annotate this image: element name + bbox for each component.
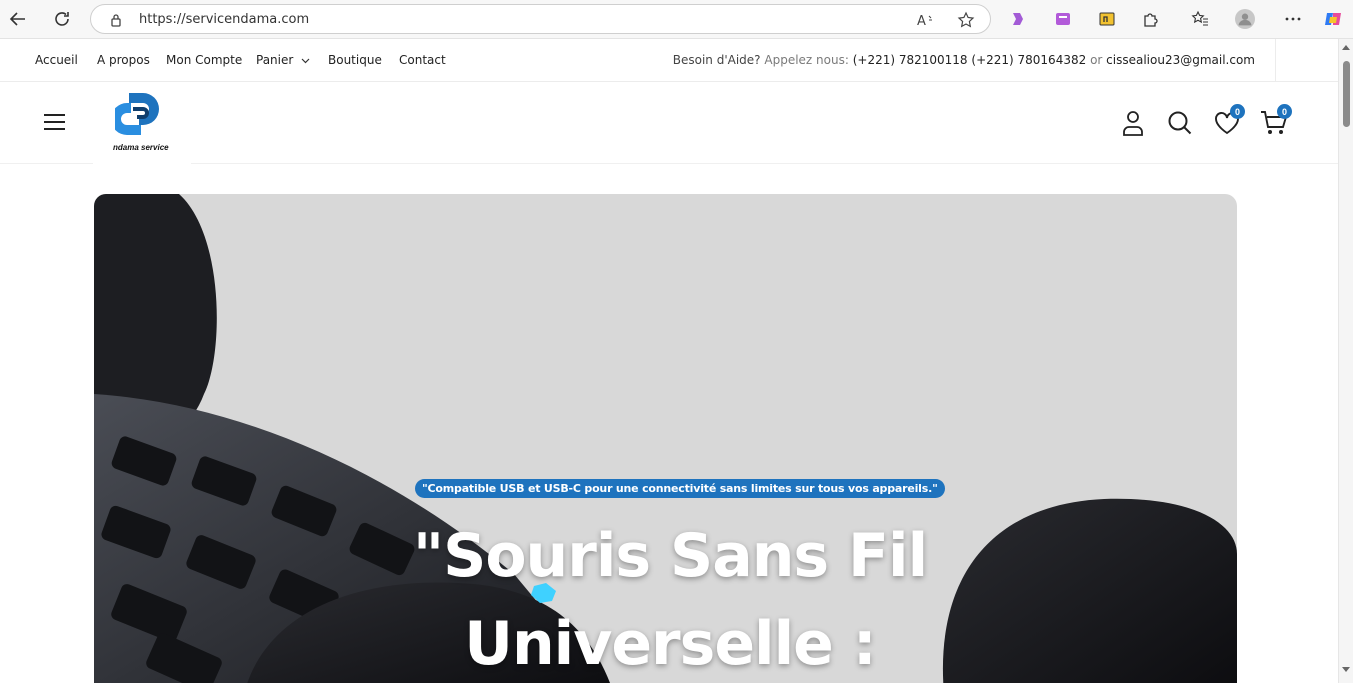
- read-aloud-icon[interactable]: A: [917, 11, 935, 29]
- lock-icon[interactable]: [107, 11, 125, 29]
- call-label: Appelez nous:: [764, 53, 849, 67]
- browser-toolbar: https://servicendama.com A: [0, 0, 1353, 39]
- vertical-scrollbar[interactable]: [1338, 39, 1353, 683]
- or-label: or: [1090, 53, 1103, 67]
- scroll-down-arrow-icon[interactable]: [1342, 667, 1350, 672]
- scroll-thumb[interactable]: [1343, 61, 1350, 127]
- scroll-up-arrow-icon[interactable]: [1342, 45, 1350, 50]
- back-button[interactable]: [6, 7, 30, 31]
- site-header: ndama service 0 0: [0, 82, 1338, 168]
- nav-link-a-propos[interactable]: A propos: [97, 53, 150, 67]
- extension-purple-icon[interactable]: [1053, 9, 1073, 29]
- copilot-icon[interactable]: [1323, 9, 1343, 29]
- more-menu-icon[interactable]: [1283, 9, 1303, 29]
- contact-info: Besoin d'Aide? Appelez nous: (+221) 7821…: [673, 53, 1255, 67]
- svg-text:A: A: [917, 14, 926, 27]
- profile-avatar-icon[interactable]: [1235, 9, 1255, 29]
- search-icon[interactable]: [1166, 109, 1194, 137]
- nav-link-accueil[interactable]: Accueil: [35, 53, 78, 67]
- back-arrow-icon: [9, 12, 25, 26]
- copilot-extension-icon[interactable]: [1008, 9, 1028, 29]
- favorites-list-icon[interactable]: [1190, 9, 1210, 29]
- email-link[interactable]: cissealiou23@gmail.com: [1106, 53, 1255, 67]
- logo-mark-icon: [115, 93, 159, 135]
- top-navigation-bar: Accueil A propos Mon Compte Panier Bouti…: [0, 39, 1338, 82]
- nav-link-mon-compte[interactable]: Mon Compte: [166, 53, 242, 67]
- hero-tagline: "Compatible USB et USB-C pour une connec…: [415, 479, 945, 498]
- hamburger-menu-icon[interactable]: [44, 114, 65, 130]
- favorite-star-icon[interactable]: [957, 11, 975, 29]
- refresh-icon: [55, 12, 69, 26]
- wishlist-heart-icon[interactable]: 0: [1213, 104, 1245, 137]
- url-text: https://servicendama.com: [139, 12, 310, 27]
- logo-text: ndama service: [113, 143, 169, 152]
- site-logo[interactable]: ndama service: [93, 86, 191, 168]
- nav-link-panier[interactable]: Panier: [256, 53, 310, 67]
- divider: [1275, 39, 1276, 82]
- cart-count-badge: 0: [1277, 104, 1292, 119]
- nav-link-panier-label: Panier: [256, 53, 294, 67]
- phone-numbers[interactable]: (+221) 782100118 (+221) 780164382: [853, 53, 1087, 67]
- web-page: Accueil A propos Mon Compte Panier Bouti…: [0, 39, 1338, 683]
- chevron-down-icon: [301, 58, 310, 63]
- address-bar[interactable]: https://servicendama.com A: [90, 4, 991, 34]
- nav-link-contact[interactable]: Contact: [399, 53, 446, 67]
- account-icon[interactable]: [1119, 109, 1147, 137]
- refresh-button[interactable]: [50, 7, 74, 31]
- wishlist-count-badge: 0: [1230, 104, 1245, 119]
- nav-link-boutique[interactable]: Boutique: [328, 53, 382, 67]
- cart-icon[interactable]: 0: [1260, 104, 1292, 137]
- extensions-puzzle-icon[interactable]: [1141, 9, 1161, 29]
- help-prefix: Besoin d'Aide?: [672, 53, 761, 67]
- hero-title: "Souris Sans Fil Universelle :: [412, 521, 928, 679]
- hero-banner[interactable]: "Compatible USB et USB-C pour une connec…: [94, 194, 1237, 683]
- extension-yellow-icon[interactable]: [1097, 9, 1117, 29]
